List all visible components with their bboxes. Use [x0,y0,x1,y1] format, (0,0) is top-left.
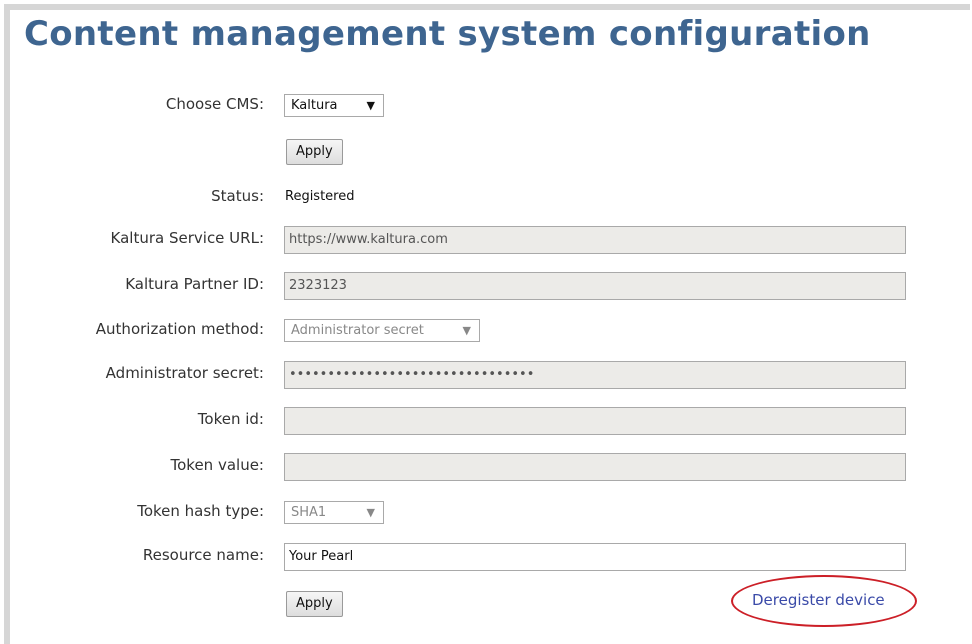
auth-method-label: Authorization method: [95,320,264,338]
resource-name-label: Resource name: [142,546,264,564]
partner-id-field[interactable]: 2323123 [284,272,906,300]
token-hash-select-value: SHA1 [291,505,327,520]
deregister-device-link[interactable]: Deregister device [752,591,885,609]
choose-cms-label: Choose CMS: [165,95,264,113]
auth-method-select-value: Administrator secret [291,323,424,338]
chevron-down-icon: ▼ [462,324,471,337]
token-hash-select[interactable]: SHA1 ▼ [284,501,384,524]
token-id-field[interactable] [284,407,906,435]
service-url-label: Kaltura Service URL: [110,229,264,247]
token-value-field[interactable] [284,453,906,481]
cms-select[interactable]: Kaltura ▼ [284,94,384,117]
token-hash-label: Token hash type: [137,502,264,520]
apply-cms-button[interactable]: Apply [286,139,343,165]
apply-settings-button[interactable]: Apply [286,591,343,617]
chevron-down-icon: ▼ [366,99,375,112]
service-url-field[interactable]: https://www.kaltura.com [284,226,906,254]
admin-secret-field[interactable]: •••••••••••••••••••••••••••••••• [284,361,906,389]
token-id-label: Token id: [197,410,264,428]
chevron-down-icon: ▼ [366,506,375,519]
partner-id-label: Kaltura Partner ID: [125,275,264,293]
resource-name-field[interactable]: Your Pearl [284,543,906,571]
status-value: Registered [285,189,355,204]
status-label: Status: [211,187,264,205]
auth-method-select[interactable]: Administrator secret ▼ [284,319,480,342]
cms-select-value: Kaltura [291,98,338,113]
admin-secret-label: Administrator secret: [105,364,264,382]
page-title: Content management system configuration [24,14,871,54]
token-value-label: Token value: [170,456,264,474]
